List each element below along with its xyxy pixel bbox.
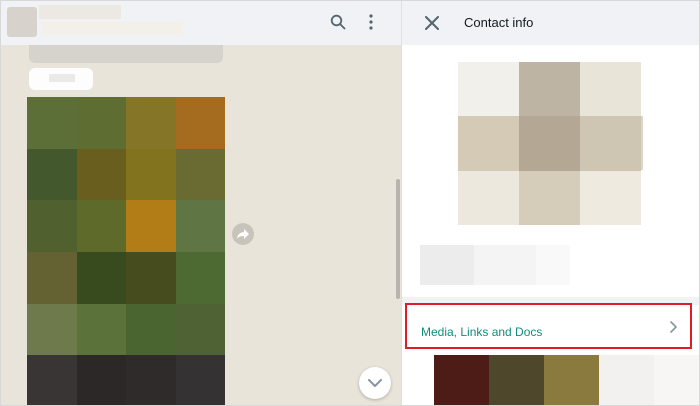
image-pixel-block — [27, 355, 77, 405]
image-pixel-block — [76, 303, 126, 356]
contact-info-pane: Contact info Media, Links and Docs — [402, 1, 699, 405]
photo-pixel-block — [580, 170, 641, 225]
image-pixel-block — [175, 200, 225, 252]
image-message-pixelated[interactable] — [27, 97, 225, 405]
image-pixel-block — [76, 200, 126, 252]
app-window: Contact info Media, Links and Docs — [0, 0, 700, 406]
chat-scrollbar[interactable] — [396, 179, 400, 299]
media-thumbnail — [599, 355, 654, 405]
name-pixel-block — [420, 245, 474, 285]
image-pixel-block — [175, 303, 225, 356]
message-text-blurred — [49, 74, 75, 82]
image-pixel-block — [126, 303, 176, 356]
contact-name-blurred — [39, 5, 121, 19]
image-pixel-block — [126, 148, 176, 201]
close-icon[interactable] — [420, 11, 444, 35]
contact-name-blurred — [420, 245, 570, 285]
media-thumbnail — [654, 355, 699, 405]
chat-pane — [1, 1, 402, 405]
image-pixel-block — [175, 97, 225, 149]
image-pixel-block — [126, 252, 176, 304]
image-pixel-block — [175, 252, 225, 304]
photo-pixel-block — [580, 116, 641, 171]
menu-icon[interactable] — [358, 9, 384, 35]
message-bubble-blurred — [29, 68, 93, 90]
media-thumbnails — [434, 355, 699, 405]
image-pixel-block — [76, 148, 126, 201]
avatar[interactable] — [7, 7, 37, 37]
profile-photo-pixelated[interactable] — [458, 62, 641, 225]
forward-icon[interactable] — [232, 223, 254, 245]
image-pixel-block — [76, 355, 126, 405]
photo-pixel-block — [458, 116, 519, 171]
photo-pixel-block — [458, 62, 519, 117]
media-links-docs-label: Media, Links and Docs — [421, 325, 543, 339]
image-pixel-block — [27, 148, 77, 201]
image-pixel-block — [76, 252, 126, 304]
image-pixel-block — [27, 200, 77, 252]
profile-photo-edge — [641, 116, 643, 170]
contact-info-title: Contact info — [464, 15, 534, 30]
chevron-right-icon — [668, 321, 680, 333]
contact-status-blurred — [41, 21, 183, 35]
media-thumbnail — [434, 355, 489, 405]
media-links-docs-row[interactable]: Media, Links and Docs — [405, 303, 692, 349]
photo-pixel-block — [519, 62, 580, 117]
photo-pixel-block — [519, 116, 580, 171]
image-pixel-block — [27, 252, 77, 304]
contact-info-header: Contact info — [402, 1, 699, 45]
chat-header[interactable] — [1, 1, 401, 45]
image-pixel-block — [126, 97, 176, 149]
image-pixel-block — [126, 200, 176, 252]
image-pixel-block — [76, 97, 126, 149]
image-pixel-block — [27, 97, 77, 149]
image-pixel-block — [27, 303, 77, 356]
photo-pixel-block — [580, 62, 641, 117]
name-pixel-block — [536, 245, 570, 285]
photo-pixel-block — [519, 170, 580, 225]
media-thumbnail — [489, 355, 544, 405]
photo-pixel-block — [458, 170, 519, 225]
message-bubble-blurred — [29, 45, 223, 63]
chevron-down-icon[interactable] — [359, 367, 391, 399]
media-thumbnail — [544, 355, 599, 405]
name-pixel-block — [474, 245, 536, 285]
image-pixel-block — [175, 148, 225, 201]
image-pixel-block — [175, 355, 225, 405]
search-icon[interactable] — [325, 9, 351, 35]
image-pixel-block — [126, 355, 176, 405]
